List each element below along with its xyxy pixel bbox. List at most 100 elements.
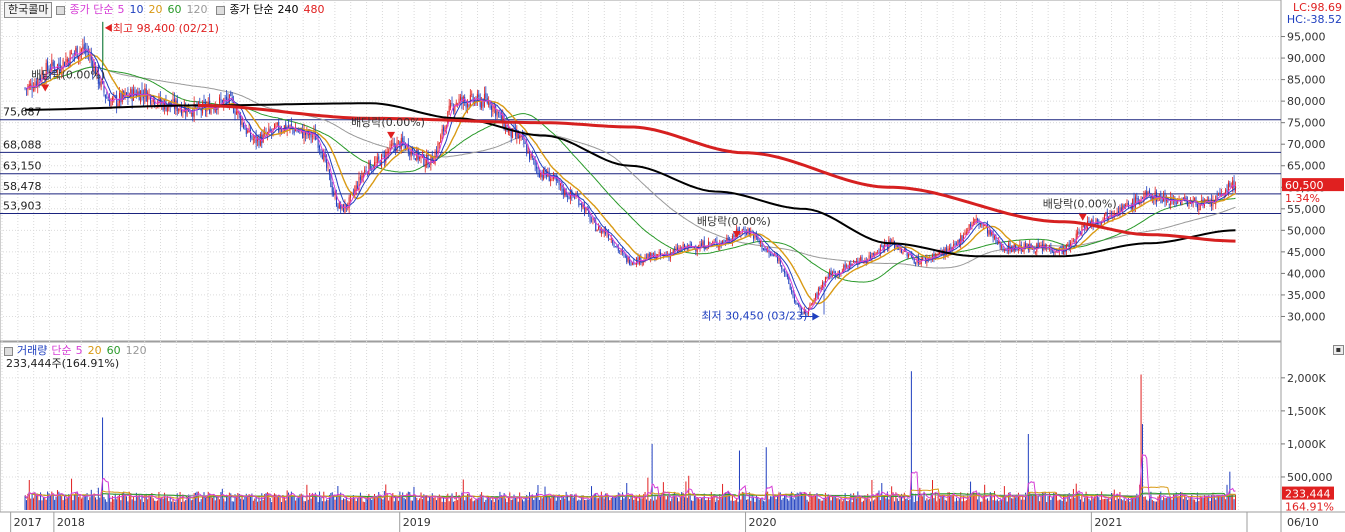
stock-name[interactable]: 한국콜마 <box>4 2 53 18</box>
volume-bar <box>837 498 839 510</box>
volume-bar <box>1006 501 1008 510</box>
vol-ma-period-5[interactable]: 5 <box>76 344 83 357</box>
volume-bar <box>434 496 436 510</box>
candle-body <box>226 96 228 100</box>
volume-bar <box>792 497 794 510</box>
panel-maximize-button[interactable]: ▪ <box>1333 345 1344 355</box>
volume-bar <box>1001 499 1003 510</box>
candle-body <box>481 100 483 109</box>
ma-period-240[interactable]: 240 <box>277 3 298 16</box>
ma-period-120[interactable]: 120 <box>186 3 207 16</box>
volume-bar <box>633 499 635 510</box>
volume-bar <box>489 497 491 510</box>
ma-period-480[interactable]: 480 <box>303 3 324 16</box>
ma-period-5[interactable]: 5 <box>117 3 124 16</box>
candle-body <box>126 92 128 95</box>
volume-bar <box>121 492 123 510</box>
candle-body <box>1168 203 1170 205</box>
volume-bar <box>385 484 387 510</box>
volume-bar <box>242 499 244 510</box>
ma-group1-periods: 5 10 20 60 120 <box>117 3 212 17</box>
candle-body <box>58 62 60 67</box>
candle-body <box>769 254 771 256</box>
candle-body <box>895 245 897 247</box>
candle-body <box>902 251 904 254</box>
candle-body <box>975 219 977 221</box>
y-tick-label: 80,000 <box>1287 95 1326 108</box>
volume-bar <box>365 498 367 510</box>
volume-bar <box>317 501 319 510</box>
volume-bar <box>598 498 600 510</box>
volume-bar <box>920 494 922 510</box>
volume-bar <box>565 491 567 510</box>
ma-period-60[interactable]: 60 <box>167 3 181 16</box>
ma-toggle-2[interactable] <box>216 5 226 15</box>
vol-ma-period-20[interactable]: 20 <box>88 344 102 357</box>
volume-bar <box>737 501 739 510</box>
volume-bar <box>648 500 650 510</box>
candle-body <box>417 149 419 160</box>
volume-bar <box>1157 496 1159 510</box>
volume-bar <box>169 496 171 510</box>
volume-bar <box>281 502 283 510</box>
volume-bar <box>348 501 350 510</box>
volume-bar <box>316 496 318 510</box>
candle-body <box>443 127 445 132</box>
volume-bar <box>444 501 446 510</box>
volume-bar <box>1046 502 1048 510</box>
volume-bar <box>107 494 109 510</box>
volume-toggle[interactable] <box>4 346 13 356</box>
volume-bar <box>244 495 246 510</box>
volume-bar <box>52 495 54 510</box>
ma-toggle-1[interactable] <box>56 5 66 15</box>
volume-bar <box>996 499 998 510</box>
stock-chart[interactable]: 30,00035,00040,00045,00050,00055,00060,0… <box>0 0 1345 532</box>
volume-bar <box>292 496 294 510</box>
volume-bar <box>78 496 80 510</box>
volume-bar <box>295 500 297 510</box>
volume-tick-label: 500,000 <box>1287 471 1333 484</box>
candle-body <box>330 173 332 187</box>
volume-bar <box>669 501 671 510</box>
vol-ma-period-60[interactable]: 60 <box>107 344 121 357</box>
volume-bar <box>419 498 421 510</box>
candle-body <box>178 108 180 111</box>
candle-body <box>247 130 249 133</box>
volume-bar <box>393 501 395 510</box>
candle-body <box>536 166 538 169</box>
candle-body <box>658 252 660 254</box>
ma-period-20[interactable]: 20 <box>148 3 162 16</box>
candle-body <box>823 283 825 284</box>
candle-body <box>350 194 352 198</box>
candle-body <box>1134 196 1136 208</box>
volume-bar <box>958 497 960 510</box>
volume-bar <box>1177 497 1179 510</box>
vol-ma-period-120[interactable]: 120 <box>126 344 147 357</box>
volume-bar <box>482 497 484 510</box>
candle-body <box>906 252 908 257</box>
volume-bar <box>427 500 429 510</box>
volume-bar <box>216 495 218 510</box>
candle-body <box>467 103 469 108</box>
volume-bar <box>471 497 473 510</box>
volume-bar <box>372 496 374 510</box>
candle-body <box>1071 241 1073 243</box>
volume-bar <box>705 500 707 510</box>
volume-bar <box>220 492 222 510</box>
volume-bar <box>92 494 94 510</box>
candle-body <box>1060 246 1062 248</box>
volume-bar <box>1060 499 1062 510</box>
volume-bar <box>223 498 225 510</box>
candle-body <box>591 220 593 222</box>
volume-bar <box>1156 501 1158 510</box>
candle-body <box>557 179 559 181</box>
volume-bar <box>24 495 26 510</box>
volume-bar <box>1151 499 1153 510</box>
volume-bar <box>879 500 881 510</box>
candle-body <box>937 253 939 255</box>
volume-bar <box>1216 495 1218 510</box>
volume-bar <box>359 492 361 510</box>
volume-bar <box>49 495 51 510</box>
ma-period-10[interactable]: 10 <box>129 3 143 16</box>
volume-bar <box>926 498 928 510</box>
